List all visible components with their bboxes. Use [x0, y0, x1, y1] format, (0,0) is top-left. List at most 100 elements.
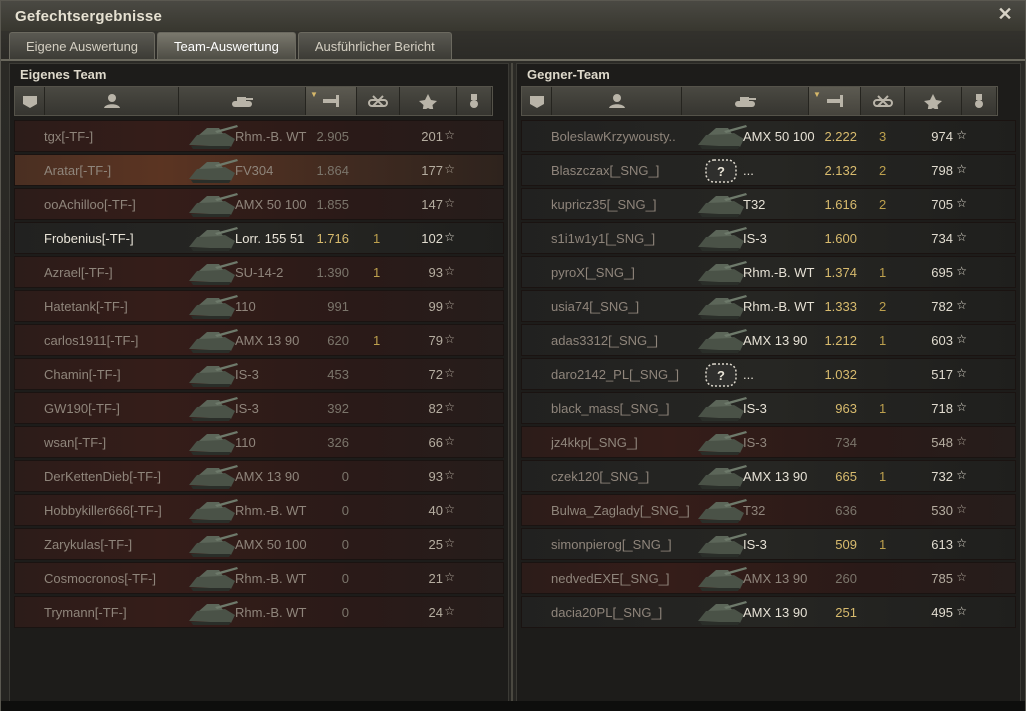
star-icon: ☆ [444, 434, 455, 448]
player-name[interactable]: usia74[_SNG_] [551, 299, 711, 314]
player-name[interactable]: DerKettenDieb[-TF-] [44, 469, 204, 484]
player-name[interactable]: daro2142_PL[_SNG_] [551, 367, 711, 382]
header-player-column[interactable] [45, 87, 179, 115]
player-row[interactable]: adas3312[_SNG_] AMX 13 90 1.212 1 603 ☆ [521, 324, 1016, 356]
player-name[interactable]: ooAchilloo[-TF-] [44, 197, 204, 212]
player-row[interactable]: carlos1911[-TF-] AMX 13 90 620 1 79 ☆ [14, 324, 504, 356]
enemy-team-panel: Gegner-Team ▼ BoleslawKrzywousty.. AMX 50… [516, 63, 1021, 707]
player-name[interactable]: Zarykulas[-TF-] [44, 537, 204, 552]
player-name[interactable]: tgx[-TF-] [44, 129, 204, 144]
player-name[interactable]: nedvedEXE[_SNG_] [551, 571, 711, 586]
player-name[interactable]: Chamin[-TF-] [44, 367, 204, 382]
player-row[interactable]: black_mass[_SNG_] IS-3 963 1 718 ☆ [521, 392, 1016, 424]
player-row[interactable]: wsan[-TF-] 110 326 66 ☆ [14, 426, 504, 458]
player-row[interactable]: Blaszczax[_SNG_]?... 2.132 2 798 ☆ [521, 154, 1016, 186]
header-kills-column[interactable] [357, 87, 400, 115]
header-damage-column[interactable]: ▼ [809, 87, 861, 115]
player-row[interactable]: daro2142_PL[_SNG_]?... 1.032 517 ☆ [521, 358, 1016, 390]
header-damage-column[interactable]: ▼ [306, 87, 357, 115]
player-row[interactable]: tgx[-TF-] Rhm.-B. WT 2.905 201 ☆ [14, 120, 504, 152]
player-row[interactable]: GW190[-TF-] IS-3 392 82 ☆ [14, 392, 504, 424]
player-row[interactable]: kupricz35[_SNG_] T32 1.616 2 705 ☆ [521, 188, 1016, 220]
player-icon [608, 94, 625, 108]
player-name[interactable]: Trymann[-TF-] [44, 605, 204, 620]
player-row[interactable]: ooAchilloo[-TF-] AMX 50 100 1.855 147 ☆ [14, 188, 504, 220]
player-name[interactable]: Azrael[-TF-] [44, 265, 204, 280]
player-row[interactable]: czek120[_SNG_] AMX 13 90 665 1 732 ☆ [521, 460, 1016, 492]
tank-icon [694, 293, 748, 321]
player-name[interactable]: Hobbykiller666[-TF-] [44, 503, 204, 518]
player-row[interactable]: dacia20PL[_SNG_] AMX 13 90 251 495 ☆ [521, 596, 1016, 628]
player-name[interactable]: wsan[-TF-] [44, 435, 204, 450]
tank-icon [185, 293, 239, 321]
enemy-team-list: BoleslawKrzywousty.. AMX 50 100 2.222 3 974 ☆… [521, 120, 1016, 630]
player-name[interactable]: Aratar[-TF-] [44, 163, 204, 178]
own-team-panel: Eigenes Team ▼ tgx[-TF-] Rhm.-B. WT 2.905 2… [9, 63, 509, 707]
header-kills-column[interactable] [861, 87, 905, 115]
header-xp-star-column[interactable] [400, 87, 457, 115]
damage-value: 326 [327, 435, 349, 450]
player-name[interactable]: Hatetank[-TF-] [44, 299, 204, 314]
tank-icon [185, 531, 239, 559]
player-row[interactable]: pyroX[_SNG_] Rhm.-B. WT 1.374 1 695 ☆ [521, 256, 1016, 288]
player-row[interactable]: Aratar[-TF-] FV304 1.864 177 ☆ [14, 154, 504, 186]
player-name[interactable]: Frobenius[-TF-] [44, 231, 204, 246]
header-squad-column[interactable] [522, 87, 552, 115]
header-medal-column[interactable] [457, 87, 492, 115]
tab-team-evaluation[interactable]: Team-Auswertung [157, 32, 296, 59]
player-row[interactable]: Bulwa_Zaglady[_SNG_] T32 636 530 ☆ [521, 494, 1016, 526]
player-row[interactable]: s1i1w1y1[_SNG_] IS-3 1.600 734 ☆ [521, 222, 1016, 254]
player-row[interactable]: Cosmocronos[-TF-] Rhm.-B. WT 0 21 ☆ [14, 562, 504, 594]
header-tank-column[interactable] [682, 87, 809, 115]
star-icon: ☆ [444, 502, 455, 516]
xp-value: 21 [428, 571, 443, 586]
tank-name: 110 [235, 435, 256, 450]
header-squad-column[interactable] [15, 87, 45, 115]
player-name[interactable]: adas3312[_SNG_] [551, 333, 711, 348]
player-name[interactable]: Blaszczax[_SNG_] [551, 163, 711, 178]
tab-own-evaluation[interactable]: Eigene Auswertung [9, 32, 156, 59]
player-name[interactable]: s1i1w1y1[_SNG_] [551, 231, 711, 246]
player-row[interactable]: simonpierog[_SNG_] IS-3 509 1 613 ☆ [521, 528, 1016, 560]
header-player-column[interactable] [552, 87, 682, 115]
player-name[interactable]: simonpierog[_SNG_] [551, 537, 711, 552]
player-row[interactable]: Chamin[-TF-] IS-3 453 72 ☆ [14, 358, 504, 390]
player-name[interactable]: Bulwa_Zaglady[_SNG_] [551, 503, 711, 518]
xp-value: 705 [931, 197, 953, 212]
player-name[interactable]: GW190[-TF-] [44, 401, 204, 416]
tank-name: 110 [235, 299, 256, 314]
player-name[interactable]: jz4kkp[_SNG_] [551, 435, 711, 450]
player-name[interactable]: Cosmocronos[-TF-] [44, 571, 204, 586]
player-name[interactable]: pyroX[_SNG_] [551, 265, 711, 280]
player-row[interactable]: jz4kkp[_SNG_] IS-3 734 548 ☆ [521, 426, 1016, 458]
player-name[interactable]: black_mass[_SNG_] [551, 401, 711, 416]
xp-value: 177 [421, 163, 443, 178]
player-name[interactable]: czek120[_SNG_] [551, 469, 711, 484]
player-name[interactable]: dacia20PL[_SNG_] [551, 605, 711, 620]
header-xp-star-column[interactable] [905, 87, 962, 115]
star-icon: ☆ [956, 434, 967, 448]
player-name[interactable]: BoleslawKrzywousty.. [551, 129, 711, 144]
player-name[interactable]: kupricz35[_SNG_] [551, 197, 711, 212]
kills-value: 1 [879, 333, 887, 348]
player-row[interactable]: BoleslawKrzywousty.. AMX 50 100 2.222 3 974 ☆ [521, 120, 1016, 152]
star-icon: ☆ [444, 128, 455, 142]
player-row[interactable]: DerKettenDieb[-TF-] AMX 13 90 0 93 ☆ [14, 460, 504, 492]
player-row[interactable]: Hobbykiller666[-TF-] Rhm.-B. WT 0 40 ☆ [14, 494, 504, 526]
sort-descending-icon: ▼ [310, 90, 318, 99]
header-tank-column[interactable] [179, 87, 306, 115]
player-row[interactable]: Zarykulas[-TF-] AMX 50 100 0 25 ☆ [14, 528, 504, 560]
player-row[interactable]: Hatetank[-TF-] 110 991 99 ☆ [14, 290, 504, 322]
close-icon[interactable]: ✕ [995, 4, 1015, 24]
player-name[interactable]: carlos1911[-TF-] [44, 333, 204, 348]
player-row[interactable]: Azrael[-TF-] SU-14-2 1.390 1 93 ☆ [14, 256, 504, 288]
player-row[interactable]: Trymann[-TF-] Rhm.-B. WT 0 24 ☆ [14, 596, 504, 628]
tab-detailed-report[interactable]: Ausführlicher Bericht [297, 32, 452, 59]
player-row[interactable]: nedvedEXE[_SNG_] AMX 13 90 260 785 ☆ [521, 562, 1016, 594]
svg-text:?: ? [717, 368, 725, 383]
tank-icon [694, 395, 748, 423]
player-row[interactable]: Frobenius[-TF-] Lorr. 155 51 1.716 1 102 ☆ [14, 222, 504, 254]
player-row[interactable]: usia74[_SNG_] Rhm.-B. WT 1.333 2 782 ☆ [521, 290, 1016, 322]
header-medal-column[interactable] [962, 87, 997, 115]
tank-icon [185, 395, 239, 423]
